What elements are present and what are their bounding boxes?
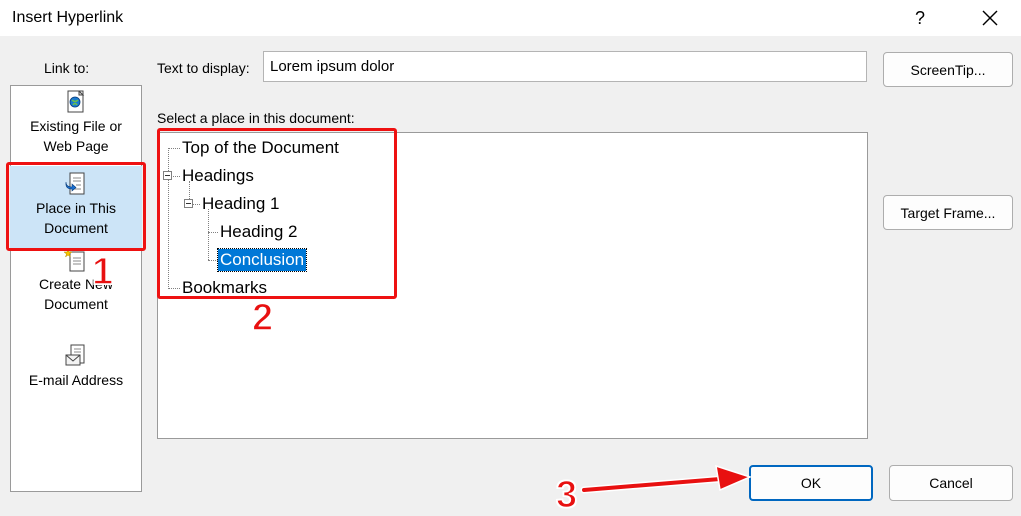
window-title: Insert Hyperlink xyxy=(12,9,124,26)
tree-node-heading-1[interactable]: Heading 1 xyxy=(200,193,282,215)
ok-button[interactable]: OK xyxy=(749,465,873,501)
link-to-place-in-document-label: Place in This Document xyxy=(36,200,116,236)
new-document-icon xyxy=(64,248,85,272)
link-to-place-in-document[interactable]: Place in This Document xyxy=(10,166,142,248)
screentip-button[interactable]: ScreenTip... xyxy=(883,52,1013,87)
select-place-label: Select a place in this document: xyxy=(157,110,355,126)
tree-connector xyxy=(168,148,180,149)
tree-connector xyxy=(193,204,200,205)
close-icon xyxy=(982,10,998,26)
target-frame-button[interactable]: Target Frame... xyxy=(883,195,1013,230)
collapse-heading1-toggle[interactable] xyxy=(184,199,193,208)
tree-node-heading-2[interactable]: Heading 2 xyxy=(218,221,300,243)
email-icon xyxy=(65,344,85,366)
link-to-panel: Existing File or Web Page Place in This … xyxy=(10,85,142,492)
link-to-email-address-label: E-mail Address xyxy=(28,372,124,388)
tree-connector xyxy=(208,232,218,233)
tree-connector xyxy=(173,176,180,177)
tree-connector xyxy=(168,288,180,289)
tree-node-bookmarks[interactable]: Bookmarks xyxy=(180,277,269,299)
insert-hyperlink-dialog: Insert Hyperlink ? Link to: Existing Fil… xyxy=(0,0,1021,516)
cancel-button[interactable]: Cancel xyxy=(889,465,1013,501)
text-to-display-label: Text to display: xyxy=(157,60,250,76)
web-page-icon xyxy=(67,90,85,113)
document-places-tree[interactable]: Top of the Document Headings Heading 1 H… xyxy=(157,132,868,439)
link-to-create-new-document-label: Create New Document xyxy=(39,276,113,312)
close-button[interactable] xyxy=(962,0,1018,36)
tree-node-conclusion[interactable]: Conclusion xyxy=(216,248,308,272)
tree-node-headings[interactable]: Headings xyxy=(180,165,256,187)
help-button[interactable]: ? xyxy=(897,0,943,36)
link-to-create-new-document[interactable]: Create New Document xyxy=(11,248,141,314)
tree-connector xyxy=(208,260,218,261)
tree-connector xyxy=(168,148,169,289)
document-place-icon xyxy=(65,172,85,195)
annotation-step-3: 3 xyxy=(555,474,578,516)
tree-connector xyxy=(208,209,209,260)
link-to-label: Link to: xyxy=(44,60,90,76)
text-to-display-input[interactable] xyxy=(263,51,867,82)
annotation-arrow xyxy=(580,464,753,494)
link-to-email-address[interactable]: E-mail Address xyxy=(11,344,141,390)
tree-node-top-of-document[interactable]: Top of the Document xyxy=(180,137,341,159)
link-to-existing-file-label: Existing File or Web Page xyxy=(30,118,122,154)
link-to-existing-file[interactable]: Existing File or Web Page xyxy=(11,90,141,156)
collapse-headings-toggle[interactable] xyxy=(163,171,172,180)
title-bar: Insert Hyperlink ? xyxy=(0,0,1021,36)
